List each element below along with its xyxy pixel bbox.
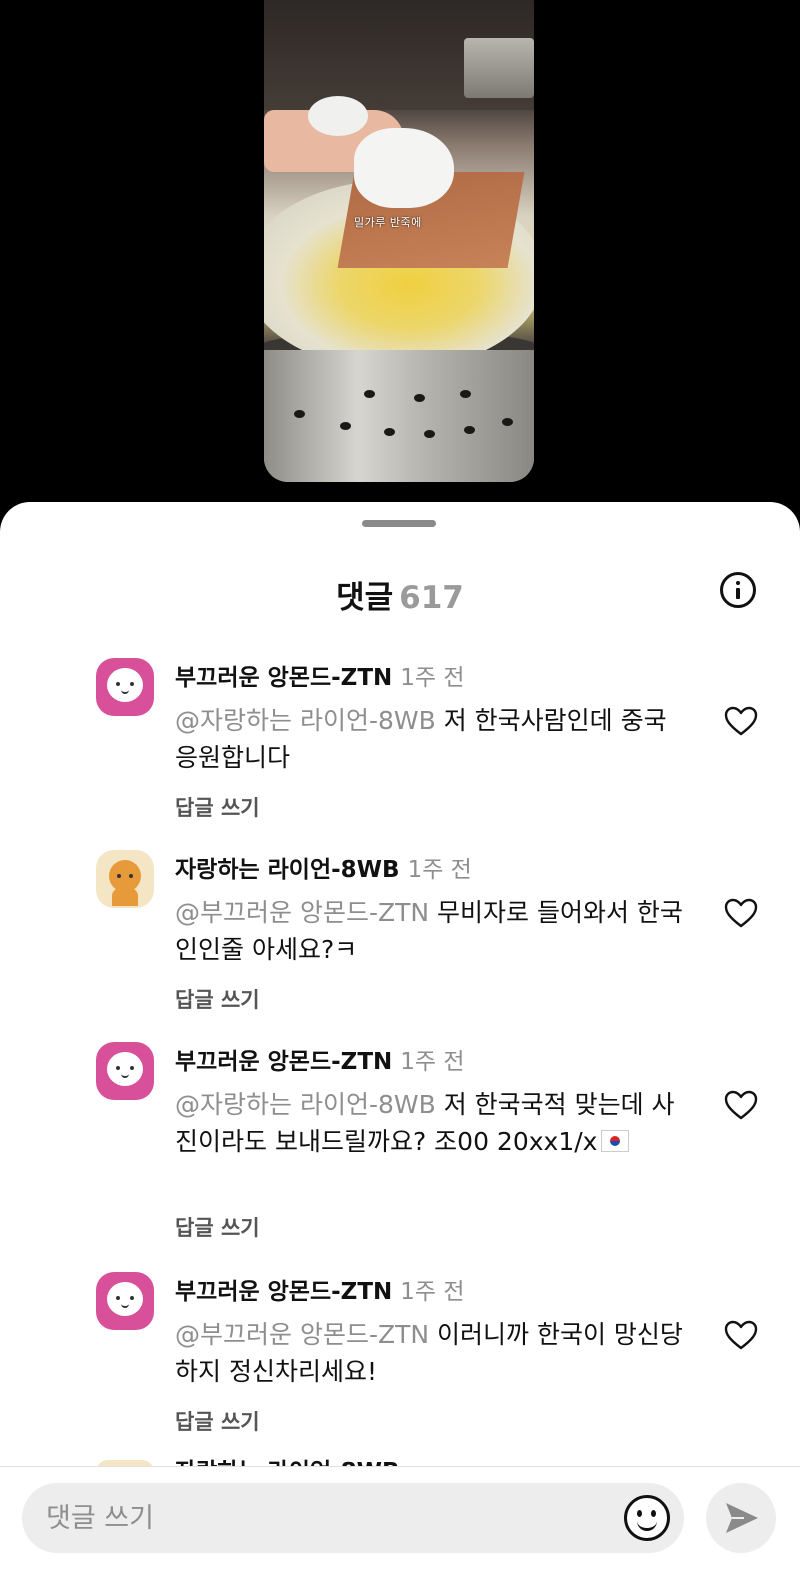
comment-mention[interactable]: @부끄러운 앙몬드-ZTN: [175, 898, 429, 927]
comment-mention[interactable]: @자랑하는 라이언-8WB: [175, 706, 436, 735]
comment-author[interactable]: 부끄러운 앙몬드-ZTN: [175, 1279, 392, 1305]
comment-time: 1주 전: [400, 665, 465, 691]
comments-sheet: 댓글 617 부끄러운 앙몬드-ZTN 1주 전 @자랑하는 라이언-8WB 저 한…: [0, 502, 800, 1573]
info-icon[interactable]: [720, 572, 756, 608]
comment-body: @자랑하는 라이언-8WB 저 한국사람인데 중국 응원합니다: [175, 702, 695, 776]
avatar-face: [107, 668, 143, 702]
comment-mention[interactable]: @자랑하는 라이언-8WB: [175, 1090, 436, 1119]
avatar-face: [107, 1282, 143, 1316]
comment-input-wrapper: [22, 1483, 684, 1553]
comment-body: @자랑하는 라이언-8WB 저 한국국적 맞는데 사진이라도 보내드릴까요? 조…: [175, 1086, 695, 1160]
send-button[interactable]: [706, 1483, 776, 1553]
comment-time: 1주 전: [407, 857, 472, 883]
comment-author[interactable]: 부끄러운 앙몬드-ZTN: [175, 665, 392, 691]
comments-title-label: 댓글: [336, 580, 394, 616]
video-caption: 밀가루 반죽에: [354, 216, 422, 229]
comment-mention[interactable]: @부끄러운 앙몬드-ZTN: [175, 1320, 429, 1349]
reply-button[interactable]: 답글 쓰기: [175, 792, 260, 822]
send-icon: [726, 1503, 758, 1533]
comment-input[interactable]: [46, 1483, 606, 1553]
sheet-drag-handle[interactable]: [362, 520, 436, 527]
comment-composer: [0, 1466, 800, 1573]
comments-title: 댓글 617: [0, 572, 800, 617]
comment-body: @부끄러운 앙몬드-ZTN 무비자로 들어와서 한국인인줄 아세요?ㅋ: [175, 894, 695, 968]
comment-time: 1주 전: [400, 1279, 465, 1305]
video-player[interactable]: 밀가루 반죽에: [264, 0, 534, 482]
reply-button[interactable]: 답글 쓰기: [175, 984, 260, 1014]
reply-button[interactable]: 답글 쓰기: [175, 1212, 260, 1242]
reply-button[interactable]: 답글 쓰기: [175, 1406, 260, 1436]
avatar[interactable]: [96, 1272, 154, 1330]
video-pan: [464, 38, 534, 98]
avatar-face: [109, 860, 141, 892]
avatar[interactable]: [96, 850, 154, 908]
video-glove-left: [308, 96, 368, 136]
avatar[interactable]: [96, 658, 154, 716]
comment-author[interactable]: 부끄러운 앙몬드-ZTN: [175, 1049, 392, 1075]
comment-time: 1주 전: [400, 1049, 465, 1075]
heart-icon[interactable]: [724, 1090, 758, 1120]
comment-author[interactable]: 자랑하는 라이언-8WB: [175, 857, 400, 883]
heart-icon[interactable]: [724, 898, 758, 928]
comments-count: 617: [399, 580, 464, 616]
avatar-face: [107, 1052, 143, 1086]
video-glove-right: [354, 128, 454, 208]
korea-flag-icon: [601, 1130, 630, 1152]
video-grill: [264, 350, 534, 482]
heart-icon[interactable]: [724, 706, 758, 736]
comment-body: @부끄러운 앙몬드-ZTN 이러니까 한국이 망신당하지 정신차리세요!: [175, 1316, 695, 1390]
heart-icon[interactable]: [724, 1320, 758, 1350]
emoji-icon[interactable]: [624, 1495, 670, 1541]
avatar[interactable]: [96, 1042, 154, 1100]
